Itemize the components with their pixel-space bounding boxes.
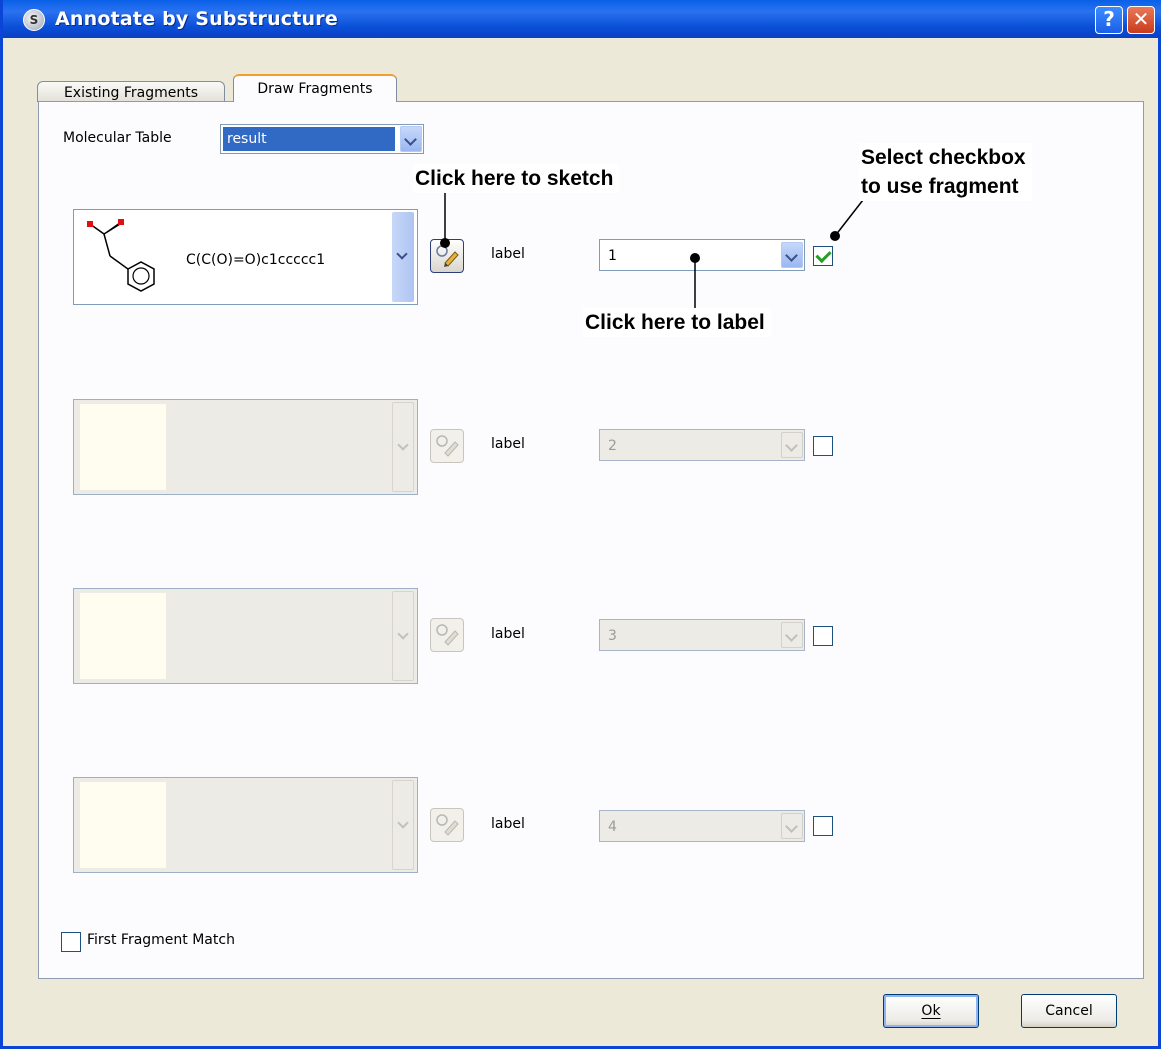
tab-draw-fragments[interactable]: Draw Fragments bbox=[233, 74, 397, 102]
annotation-select-line-2: to use fragment bbox=[861, 175, 1019, 198]
dialog-window: S Annotate by Substructure ? ✕ Existing … bbox=[0, 0, 1161, 1049]
annotation-select-checkbox: Select checkbox to use fragment bbox=[859, 143, 1032, 201]
annotation-select-line-1: Select checkbox bbox=[861, 146, 1026, 169]
annotation-label: Click here to label bbox=[583, 308, 771, 337]
annotation-sketch: Click here to sketch bbox=[413, 164, 620, 193]
